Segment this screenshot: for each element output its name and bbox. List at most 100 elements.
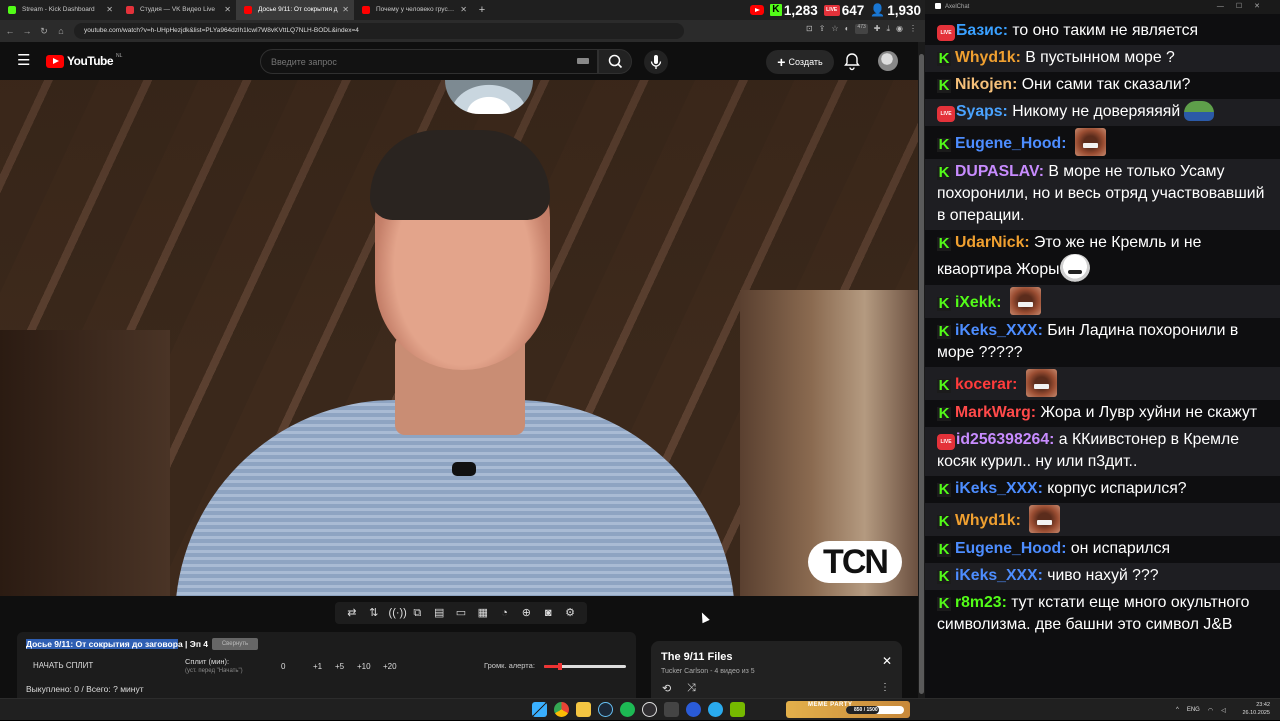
chat-username[interactable]: iKeks_XXX [955,480,1038,497]
steam-icon[interactable] [598,702,613,717]
camera-icon[interactable]: ◙ [541,606,555,620]
settings-gear-icon[interactable]: ⚙ [563,606,577,620]
split-increment-button[interactable]: +1 [313,662,322,671]
clapperboard-icon[interactable]: ▤ [432,606,446,620]
screen-capture-icon[interactable]: ⧉ [410,606,424,620]
chat-username[interactable]: iKeks_XXX [955,567,1038,584]
clock[interactable]: 23:42 26.10.2025 [1242,701,1270,717]
forward-icon[interactable]: → [20,26,34,36]
install-icon[interactable]: ⊡ [806,24,813,34]
new-tab-button[interactable]: + [472,4,492,16]
create-button[interactable]: + Создать [766,50,834,74]
notifications-bell-icon[interactable] [843,51,861,71]
close-icon[interactable]: ✕ [106,0,113,20]
chat-username[interactable]: Whyd1k [955,49,1016,66]
page-scrollbar[interactable] [918,42,925,698]
split-increment-button[interactable]: +20 [383,662,397,671]
picture-in-picture-icon[interactable]: ▭ [454,606,468,620]
close-icon[interactable]: ✕ [224,0,231,20]
home-icon[interactable]: ⌂ [54,26,68,36]
start-split-button[interactable]: НАЧАТЬ СПЛИТ [25,659,101,672]
meme-party-count: 850 / 1500 [854,707,878,713]
chat-username[interactable]: r8m23 [955,594,1002,611]
nvidia-icon[interactable] [730,702,745,717]
search-input[interactable] [271,50,571,73]
loop-icon[interactable]: ⇄ [345,606,359,620]
maximize-icon[interactable]: ☐ [1236,3,1254,10]
chat-username[interactable]: Whyd1k [955,512,1016,529]
playlist-title[interactable]: The 9/11 Files [661,651,733,663]
meme-party-widget[interactable]: MEME PARTY 850 / 1500 [786,701,910,718]
video-player[interactable]: TCN [0,80,918,596]
chat-username[interactable]: DUPASLAV [955,163,1039,180]
chat-username[interactable]: iXekk [955,294,996,311]
browser-tab-active[interactable]: Досье 9/11: От сокрытия д ✕ [236,0,354,20]
browser-tab[interactable]: Stream - Kick Dashboard ✕ [0,0,118,20]
close-icon[interactable]: ✕ [1254,3,1272,10]
more-options-icon[interactable]: ⋮ [880,682,890,693]
chrome-icon[interactable] [554,702,569,717]
avatar[interactable] [878,51,898,71]
chat-username[interactable]: UdarNick [955,234,1024,251]
loop-icon[interactable]: ⟲ [662,682,671,695]
alert-volume-thumb[interactable] [558,663,563,670]
url-field[interactable]: youtube.com/watch?v=h-UHpHezjdk&list=PLY… [74,23,684,39]
browser-tab[interactable]: Студия — VK Видео Live ✕ [118,0,236,20]
language-indicator[interactable]: ENG [1187,707,1200,713]
wifi-icon[interactable]: ◠ [1208,707,1213,714]
chat-message: KiXekk: [925,285,1280,318]
chat-username[interactable]: kocerar [955,376,1012,393]
obs-icon[interactable] [642,702,657,717]
collapse-button[interactable]: Свернуть [212,638,258,650]
close-icon[interactable]: ✕ [882,654,892,668]
chat-username[interactable]: Eugene_Hood [955,540,1061,557]
chat-username[interactable]: Syaps [956,103,1003,120]
download-icon[interactable]: ⤓ [886,24,890,34]
close-icon[interactable]: ✕ [460,0,467,20]
shuffle-icon[interactable]: ⤨ [687,682,696,695]
expand-icon[interactable]: ⊕ [519,606,533,620]
sort-icon[interactable]: ⇅ [367,606,381,620]
keyboard-icon[interactable] [577,58,589,64]
chevron-up-icon[interactable]: ^ [1176,707,1179,713]
chat-separator: : [1024,234,1035,251]
star-icon[interactable]: ☆ [831,24,838,34]
menu-dots-icon[interactable]: ⋮ [909,24,917,34]
split-increment-button[interactable]: +5 [335,662,344,671]
cinema-icon[interactable]: ▦ [476,606,490,620]
youtube-logo-text: YouTube [67,54,114,68]
minimize-icon[interactable]: — [1217,3,1236,10]
chat-username[interactable]: Базис [956,22,1003,39]
profile-icon[interactable]: ◉ [896,24,903,34]
alert-volume-slider[interactable] [544,663,626,670]
chat-username[interactable]: iKeks_XXX [955,322,1038,339]
share-icon[interactable]: ⇪ [819,24,826,34]
app-icon[interactable] [664,702,679,717]
youtube-logo[interactable]: YouTube NL [46,53,122,68]
windows-start-icon[interactable] [532,702,547,717]
media-player-icon[interactable] [686,702,701,717]
chat-separator: : [1037,567,1048,584]
search-button[interactable] [598,49,632,74]
browser-tab[interactable]: Почему у человеко грустно г ✕ [354,0,472,20]
split-increment-button[interactable]: +10 [357,662,371,671]
puzzle-icon[interactable]: ✚ [874,24,881,34]
scrollbar-thumb[interactable] [919,54,924,694]
chat-username[interactable]: Nikojen [955,76,1012,93]
total-viewer-count: 1,930 [887,2,921,18]
chat-username[interactable]: id256398264 [956,431,1049,448]
hamburger-menu-icon[interactable]: ☰ [17,53,30,68]
back-icon[interactable]: ← [3,26,17,36]
extension-icon[interactable]: ◐ [845,24,850,34]
telegram-icon[interactable] [708,702,723,717]
chat-username[interactable]: MarkWarg [955,404,1031,421]
close-icon[interactable]: ✕ [342,0,349,20]
spotify-icon[interactable] [620,702,635,717]
audio-waves-icon[interactable]: ((·)) [389,606,407,620]
volume-icon[interactable]: ◁ [1221,707,1226,714]
speed-gauge-icon[interactable]: ◔ [498,606,512,620]
chat-username[interactable]: Eugene_Hood [955,135,1061,152]
file-explorer-icon[interactable] [576,702,591,717]
reload-icon[interactable]: ↻ [37,26,51,37]
voice-search-button[interactable] [644,50,668,74]
